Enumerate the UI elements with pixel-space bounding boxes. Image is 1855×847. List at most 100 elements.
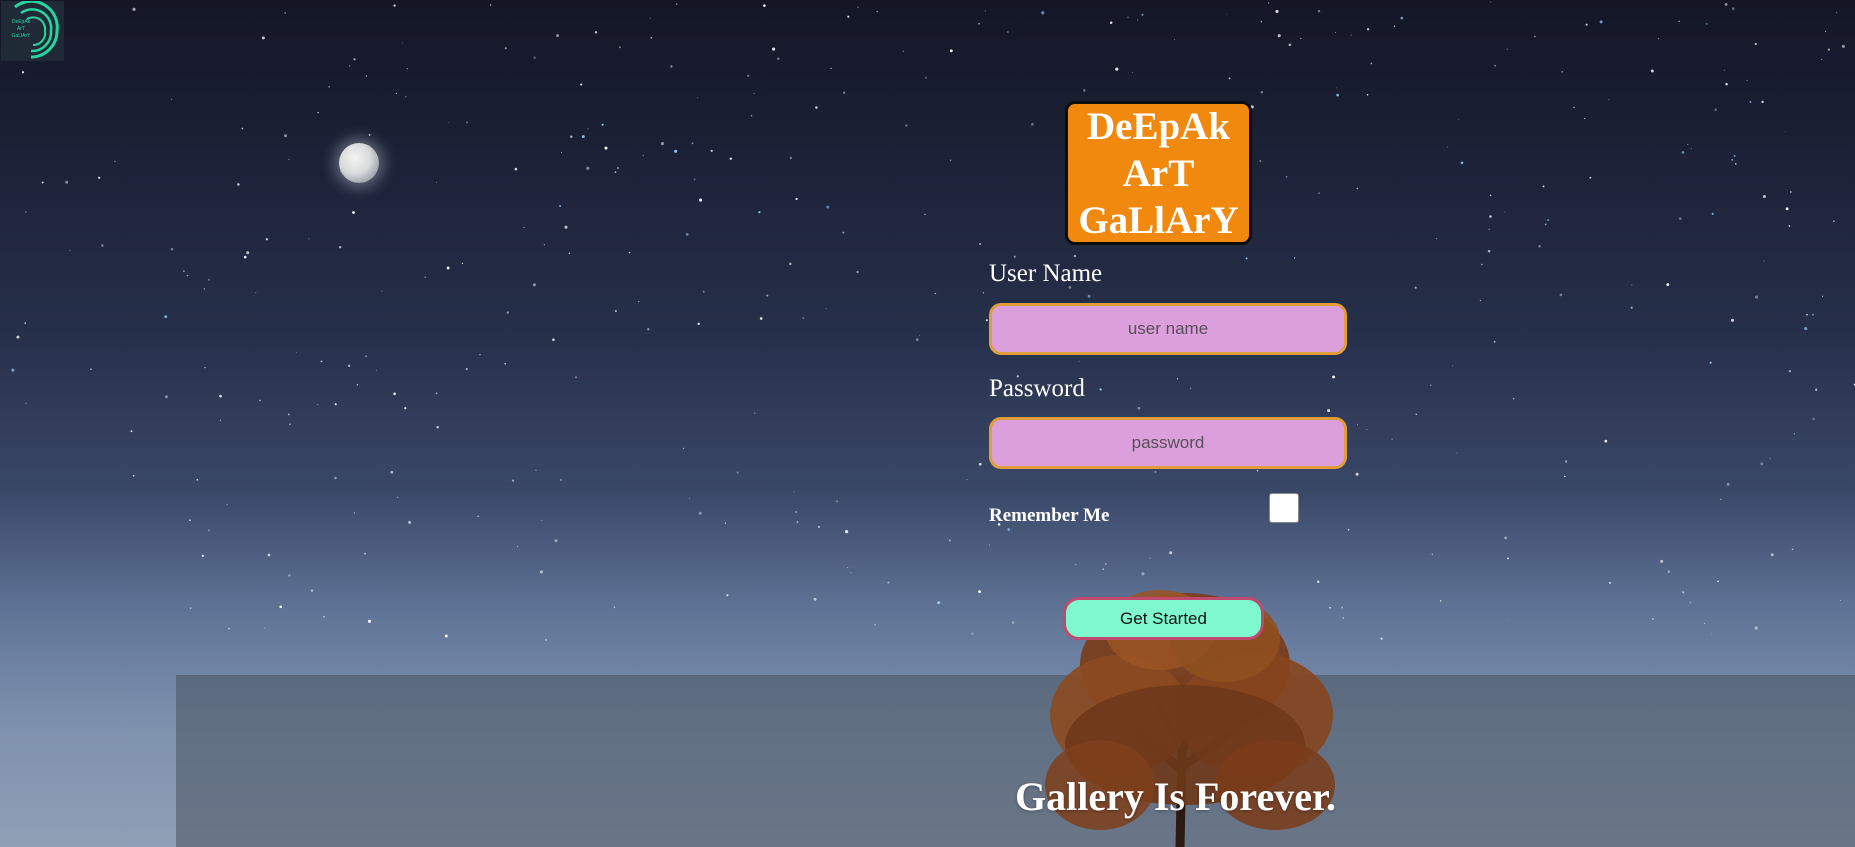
- star: [1822, 295, 1824, 297]
- star: [288, 158, 290, 161]
- star: [328, 86, 330, 88]
- corner-logo-text-line: GaLlArY: [12, 33, 32, 39]
- star: [334, 476, 337, 480]
- remember-me-checkbox[interactable]: [1269, 493, 1299, 523]
- star: [1083, 89, 1086, 92]
- star: [246, 251, 250, 255]
- star: [979, 243, 981, 245]
- star: [729, 157, 733, 160]
- star: [69, 249, 71, 251]
- star: [259, 399, 261, 402]
- star: [1547, 219, 1550, 222]
- star: [237, 183, 240, 186]
- star: [1703, 622, 1706, 625]
- star: [541, 519, 543, 522]
- star: [970, 632, 974, 636]
- star: [406, 68, 408, 70]
- star: [506, 311, 510, 314]
- star: [284, 12, 286, 14]
- star: [842, 91, 846, 94]
- star: [338, 246, 342, 249]
- star: [196, 478, 199, 481]
- star: [1769, 458, 1771, 460]
- star: [24, 211, 27, 213]
- star: [581, 135, 585, 139]
- star: [587, 128, 589, 130]
- star: [1789, 191, 1792, 193]
- password-input[interactable]: [989, 417, 1347, 469]
- star: [353, 58, 356, 61]
- gallery-title-line: GaLlArY: [1078, 198, 1239, 242]
- star: [132, 474, 135, 477]
- star: [461, 262, 464, 265]
- star: [966, 478, 968, 481]
- star: [255, 292, 257, 294]
- star: [261, 36, 265, 40]
- star: [308, 237, 310, 240]
- star: [675, 3, 678, 5]
- star: [1300, 37, 1302, 40]
- star: [352, 211, 355, 214]
- star: [813, 597, 817, 601]
- star: [170, 247, 174, 251]
- star: [523, 226, 525, 229]
- star: [905, 124, 908, 127]
- star: [594, 31, 598, 34]
- star: [836, 500, 839, 503]
- star: [697, 322, 700, 326]
- star: [1608, 99, 1610, 101]
- star: [758, 210, 761, 214]
- star: [985, 319, 988, 322]
- corner-logo[interactable]: DeEpAk ArT GaLlArY: [1, 0, 64, 61]
- star: [435, 392, 438, 395]
- star: [289, 423, 291, 425]
- star: [919, 334, 920, 336]
- star: [189, 519, 191, 522]
- star: [1806, 313, 1808, 316]
- star: [683, 447, 685, 450]
- star: [1650, 69, 1654, 73]
- username-input[interactable]: [989, 303, 1347, 355]
- star: [544, 638, 547, 641]
- star: [1544, 223, 1547, 226]
- star: [674, 149, 678, 153]
- star: [186, 274, 189, 277]
- star: [830, 67, 832, 69]
- star: [1332, 375, 1336, 379]
- star: [1666, 283, 1670, 286]
- star: [448, 122, 450, 124]
- star: [802, 317, 805, 319]
- star: [1415, 413, 1418, 416]
- star: [1746, 79, 1748, 82]
- star: [1414, 286, 1417, 289]
- star: [650, 36, 653, 39]
- star: [11, 368, 15, 372]
- star: [580, 83, 583, 86]
- star: [575, 376, 577, 378]
- star: [1762, 195, 1766, 198]
- get-started-button[interactable]: Get Started: [1063, 597, 1264, 640]
- star: [1435, 237, 1438, 240]
- star: [747, 74, 750, 78]
- star: [847, 15, 850, 18]
- star: [763, 4, 766, 7]
- star: [1631, 284, 1633, 286]
- star: [796, 521, 799, 523]
- star: [1678, 20, 1680, 22]
- star: [1512, 397, 1515, 400]
- star: [535, 469, 537, 471]
- star: [1494, 64, 1497, 67]
- star: [1652, 617, 1654, 620]
- star: [208, 278, 211, 281]
- star: [691, 142, 694, 145]
- star: [570, 135, 573, 138]
- star: [1490, 1, 1492, 3]
- star: [1749, 101, 1752, 103]
- star: [1154, 470, 1157, 473]
- star: [1534, 35, 1536, 38]
- star: [404, 407, 407, 410]
- star: [649, 17, 651, 19]
- star: [1256, 469, 1259, 472]
- star: [436, 426, 439, 429]
- star: [1564, 475, 1566, 478]
